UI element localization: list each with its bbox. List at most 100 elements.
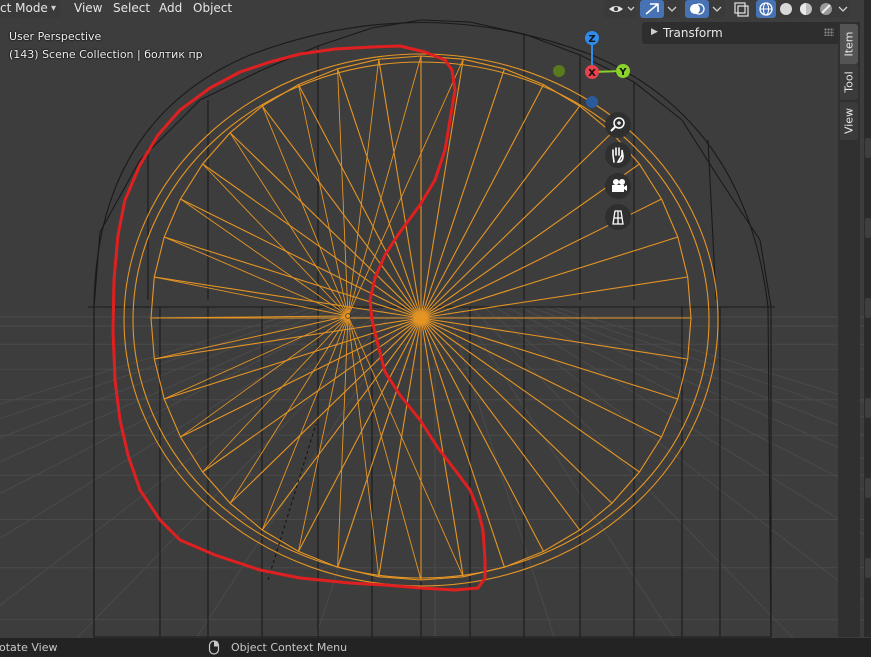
disc-spoke-secondary bbox=[347, 59, 464, 317]
viewport-scene[interactable] bbox=[0, 0, 871, 657]
disc-spoke bbox=[420, 317, 688, 360]
mesh-edge bbox=[420, 19, 471, 23]
disc-spoke-secondary bbox=[347, 315, 380, 577]
menu-select[interactable]: Select bbox=[107, 0, 156, 18]
disc-spoke-secondary bbox=[202, 315, 349, 473]
tab-item[interactable]: Item bbox=[840, 24, 858, 64]
shading-material-button[interactable] bbox=[796, 0, 816, 18]
grid-line bbox=[0, 306, 388, 606]
disc-spoke-secondary bbox=[202, 163, 349, 317]
hand-icon bbox=[612, 147, 624, 163]
neg-y-axis-dot[interactable] bbox=[553, 65, 565, 77]
drag-grip-icon[interactable] bbox=[824, 28, 834, 36]
z-axis-label: Z bbox=[588, 34, 595, 45]
disc-spoke bbox=[420, 317, 640, 473]
disc-spoke bbox=[420, 236, 678, 319]
transform-panel-label: Transform bbox=[663, 26, 723, 40]
disc-spoke-secondary bbox=[337, 315, 349, 568]
camera-icon bbox=[612, 179, 627, 192]
shading-rendered-button[interactable] bbox=[816, 0, 836, 18]
pan-button[interactable] bbox=[605, 142, 631, 168]
disc-spoke-secondary bbox=[164, 315, 349, 400]
neg-z-axis-dot[interactable] bbox=[586, 96, 598, 108]
disc-spoke bbox=[337, 68, 422, 319]
sidebar-scrollbar[interactable] bbox=[864, 0, 871, 637]
interaction-mode-dropdown[interactable]: ct Mode ▾ bbox=[0, 0, 60, 18]
gizmo-options-dropdown[interactable] bbox=[664, 0, 680, 18]
transform-panel-header[interactable]: ▶ Transform bbox=[642, 22, 838, 44]
menu-add[interactable]: Add bbox=[153, 0, 188, 18]
menu-object[interactable]: Object bbox=[187, 0, 238, 18]
disc-spoke bbox=[420, 317, 464, 577]
scroll-segment bbox=[865, 478, 871, 498]
grid-icon bbox=[612, 210, 624, 225]
grid-line bbox=[194, 306, 412, 641]
overlays-toggle[interactable] bbox=[685, 0, 709, 18]
disc-spoke bbox=[420, 132, 613, 319]
tab-item-label: Item bbox=[842, 31, 856, 57]
disc-spoke bbox=[229, 132, 422, 319]
tab-tool-label: Tool bbox=[842, 71, 856, 93]
grid-line bbox=[542, 306, 871, 420]
overlays-options-dropdown[interactable] bbox=[709, 0, 725, 18]
navigation-axis-gizmo[interactable]: Z Y X bbox=[548, 26, 638, 112]
solid-shading-icon bbox=[780, 3, 792, 15]
shading-solid-button[interactable] bbox=[776, 0, 796, 18]
grid-line bbox=[0, 306, 376, 539]
ortho-toggle-button[interactable] bbox=[605, 204, 631, 230]
visibility-dropdown[interactable] bbox=[604, 0, 636, 18]
object-origin[interactable] bbox=[345, 313, 351, 319]
tab-tool[interactable]: Tool bbox=[840, 64, 858, 100]
disc-spoke-secondary bbox=[297, 315, 349, 552]
gizmo-toggle[interactable] bbox=[640, 0, 664, 18]
zoom-button[interactable] bbox=[605, 112, 631, 138]
grid-line bbox=[0, 306, 316, 405]
xray-toggle[interactable] bbox=[730, 0, 752, 18]
tab-view[interactable]: View bbox=[840, 102, 858, 140]
chevron-down-icon bbox=[838, 6, 848, 12]
expand-triangle-icon: ▶ bbox=[651, 27, 658, 37]
scroll-segment bbox=[865, 398, 871, 418]
chevron-down-icon bbox=[667, 6, 677, 12]
shading-wireframe-button[interactable] bbox=[756, 0, 776, 18]
3d-viewport[interactable]: ct Mode ▾ View Select Add Object User Pe… bbox=[0, 0, 871, 657]
scroll-segment bbox=[865, 558, 871, 578]
disc-spoke bbox=[202, 163, 422, 319]
rendered-shading-icon bbox=[820, 3, 832, 15]
zoom-icon bbox=[610, 117, 625, 132]
disc-center bbox=[417, 314, 425, 322]
chevron-down-icon bbox=[712, 6, 722, 12]
grid-line bbox=[458, 306, 676, 641]
disc-spoke bbox=[420, 105, 581, 319]
tab-view-label: View bbox=[842, 107, 856, 135]
wireframe-shading-icon bbox=[759, 2, 773, 16]
menu-view[interactable]: View bbox=[68, 0, 108, 18]
mesh-edge bbox=[317, 27, 373, 47]
mesh-edge bbox=[199, 69, 263, 101]
mesh-edge bbox=[469, 21, 525, 35]
disc-spoke-secondary bbox=[180, 198, 349, 317]
shading-options-dropdown[interactable] bbox=[836, 0, 850, 18]
disc-spoke bbox=[420, 317, 581, 531]
camera-view-button[interactable] bbox=[605, 173, 631, 199]
xray-icon bbox=[734, 2, 749, 17]
eye-icon bbox=[609, 6, 635, 12]
disc-spoke-secondary bbox=[261, 315, 349, 531]
gizmo-icon bbox=[645, 3, 659, 15]
chevron-down-icon: ▾ bbox=[50, 3, 56, 14]
overlays-icon bbox=[690, 3, 705, 15]
mesh-edge bbox=[759, 239, 772, 308]
disc-spoke bbox=[420, 276, 688, 319]
mouse-icon bbox=[208, 640, 220, 655]
material-shading-icon bbox=[800, 3, 812, 15]
disc-spoke bbox=[420, 84, 545, 319]
mesh-edge bbox=[633, 81, 683, 121]
disc-spoke bbox=[420, 68, 505, 319]
scroll-segment bbox=[865, 138, 871, 158]
disc-spoke-secondary bbox=[347, 315, 464, 577]
y-axis-label: Y bbox=[618, 67, 627, 78]
view-perspective-label: User Perspective bbox=[9, 30, 102, 43]
collection-info-label: (143) Scene Collection | болтик пр bbox=[9, 48, 203, 61]
scroll-segment bbox=[865, 298, 871, 318]
disc-spoke-secondary bbox=[154, 276, 349, 317]
